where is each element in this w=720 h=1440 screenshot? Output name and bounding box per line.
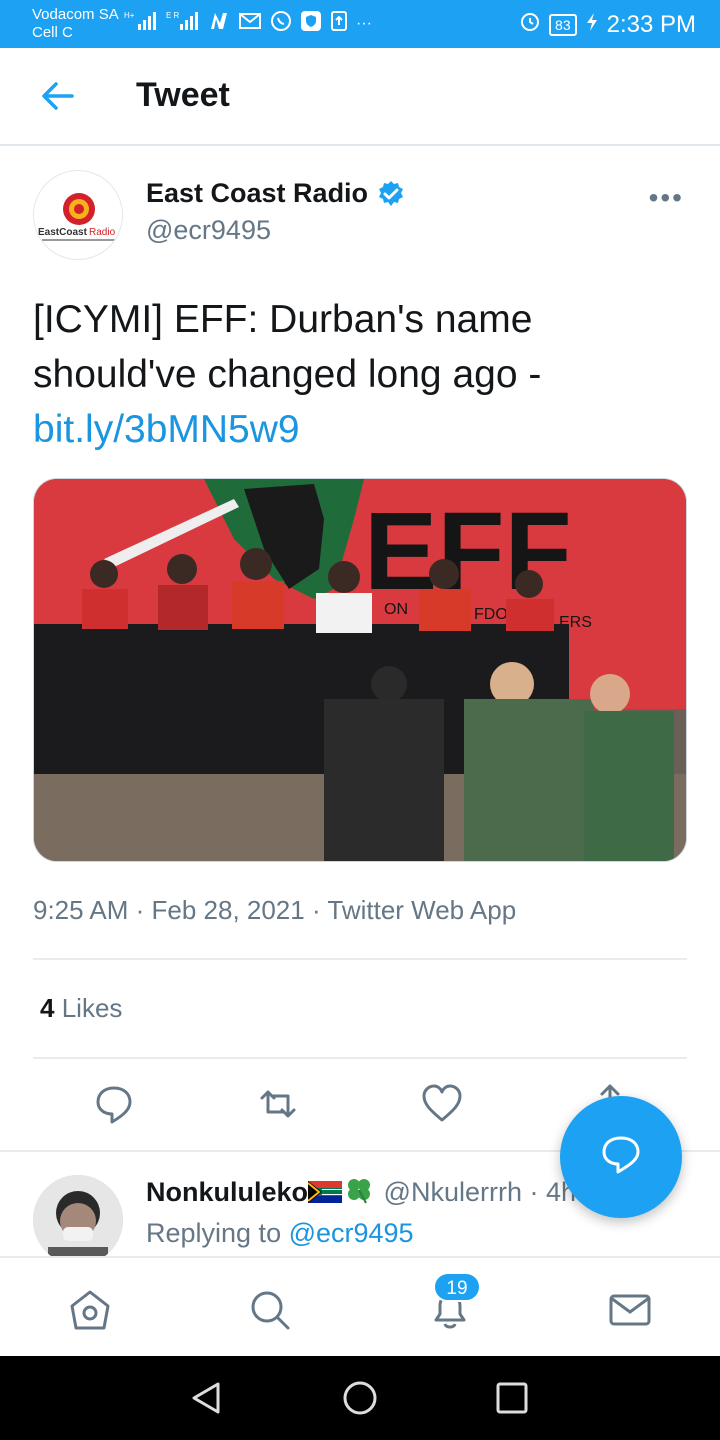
author-name[interactable]: East Coast Radio (146, 178, 406, 209)
divider (33, 1057, 687, 1059)
replying-to: Replying to @ecr9495 (146, 1218, 414, 1249)
nav-home[interactable] (66, 1286, 114, 1334)
carrier-name: Vodacom SA (32, 6, 119, 23)
upload-icon (330, 10, 348, 38)
author-handle[interactable]: @ecr9495 (146, 215, 271, 246)
replying-to-label: Replying to (146, 1218, 289, 1248)
compose-reply-button[interactable] (560, 1096, 682, 1218)
triangle-back-icon (192, 1382, 220, 1414)
svg-text:Radio: Radio (89, 227, 116, 238)
likes-number: 4 (40, 993, 55, 1023)
svg-text:H+: H+ (124, 11, 135, 20)
press-conference-photo: EFF ON FDO ERS (34, 479, 686, 861)
reply-author-name: Nonkululeko (146, 1177, 309, 1207)
banner-partial-1: ON (384, 601, 408, 618)
system-recents-button[interactable] (492, 1378, 532, 1418)
alarm-icon (519, 10, 541, 39)
east-coast-radio-logo: EastCoast Radio (38, 193, 116, 241)
clock: 2:33 PM (606, 10, 696, 38)
shamrock-icon (348, 1179, 371, 1204)
like-button[interactable] (418, 1080, 466, 1128)
south-africa-flag-icon (307, 1181, 343, 1203)
signal-icon-2: E R (166, 10, 200, 38)
n-app-icon (208, 10, 230, 38)
retweet-icon (260, 1090, 296, 1118)
more-notifications-icon: ··· (356, 15, 372, 32)
tweet-text: [ICYMI] EFF: Durban's name should've cha… (33, 292, 683, 457)
nav-messages[interactable] (606, 1286, 654, 1334)
reply-author[interactable]: Nonkululeko @Nkulerrrh · 4h (146, 1175, 576, 1208)
tweet-body: [ICYMI] EFF: Durban's name should've cha… (33, 298, 542, 396)
reply-button[interactable] (90, 1080, 138, 1128)
notifications-badge: 19 (433, 1272, 481, 1302)
tweet-link[interactable]: bit.ly/3bMN5w9 (33, 408, 300, 451)
heart-icon (422, 1084, 462, 1122)
reply-author-handle: @Nkulerrrh · 4h (383, 1177, 576, 1207)
back-button[interactable] (38, 78, 78, 114)
mail-icon (238, 11, 262, 37)
page-title: Tweet (136, 76, 230, 114)
svg-text:E R: E R (166, 11, 180, 20)
bottom-nav (0, 1256, 720, 1356)
more-options-icon[interactable]: ••• (649, 182, 684, 214)
carrier-secondary: Cell C (32, 24, 73, 41)
whatsapp-icon (270, 10, 292, 38)
author-avatar[interactable]: EastCoast Radio (33, 170, 123, 260)
svg-text:EastCoast: EastCoast (38, 227, 88, 238)
retweet-button[interactable] (254, 1080, 302, 1128)
battery-indicator: 83 (549, 13, 577, 36)
reply-avatar-photo (33, 1175, 123, 1265)
status-bar: Vodacom SA Cell C H+ E R ··· 83 2:33 PM (0, 0, 720, 48)
shield-icon (300, 10, 322, 38)
home-icon (70, 1290, 110, 1330)
tweet-meta: 9:25 AM · Feb 28, 2021 · Twitter Web App (33, 895, 517, 925)
circle-home-icon (343, 1381, 377, 1415)
system-home-button[interactable] (340, 1378, 380, 1418)
status-icons: H+ E R ··· (124, 10, 372, 38)
carrier-info: Vodacom SA Cell C (32, 6, 119, 42)
nav-search[interactable] (246, 1286, 294, 1334)
reply-icon (96, 1086, 132, 1124)
author-name-text: East Coast Radio (146, 178, 369, 208)
system-nav-bar (0, 1356, 720, 1440)
replying-to-link[interactable]: @ecr9495 (289, 1218, 414, 1248)
tweet-image[interactable]: EFF ON FDO ERS (33, 478, 687, 862)
square-recents-icon (496, 1382, 528, 1414)
banner-partial-2: FDO (474, 606, 508, 623)
reply-avatar[interactable] (33, 1175, 123, 1265)
charging-icon (585, 11, 599, 39)
divider (33, 958, 687, 960)
back-arrow-icon (42, 82, 74, 110)
reply-bubble-icon (602, 1136, 640, 1174)
search-icon (251, 1291, 290, 1330)
tweet-header: Tweet (0, 48, 720, 146)
likes-count[interactable]: 4 Likes (40, 993, 122, 1024)
signal-icon: H+ (124, 10, 158, 38)
system-back-button[interactable] (186, 1378, 226, 1418)
status-right: 83 2:33 PM (519, 10, 696, 39)
likes-label: Likes (61, 993, 123, 1023)
verified-badge-icon (379, 180, 404, 206)
mail-icon (609, 1294, 651, 1326)
